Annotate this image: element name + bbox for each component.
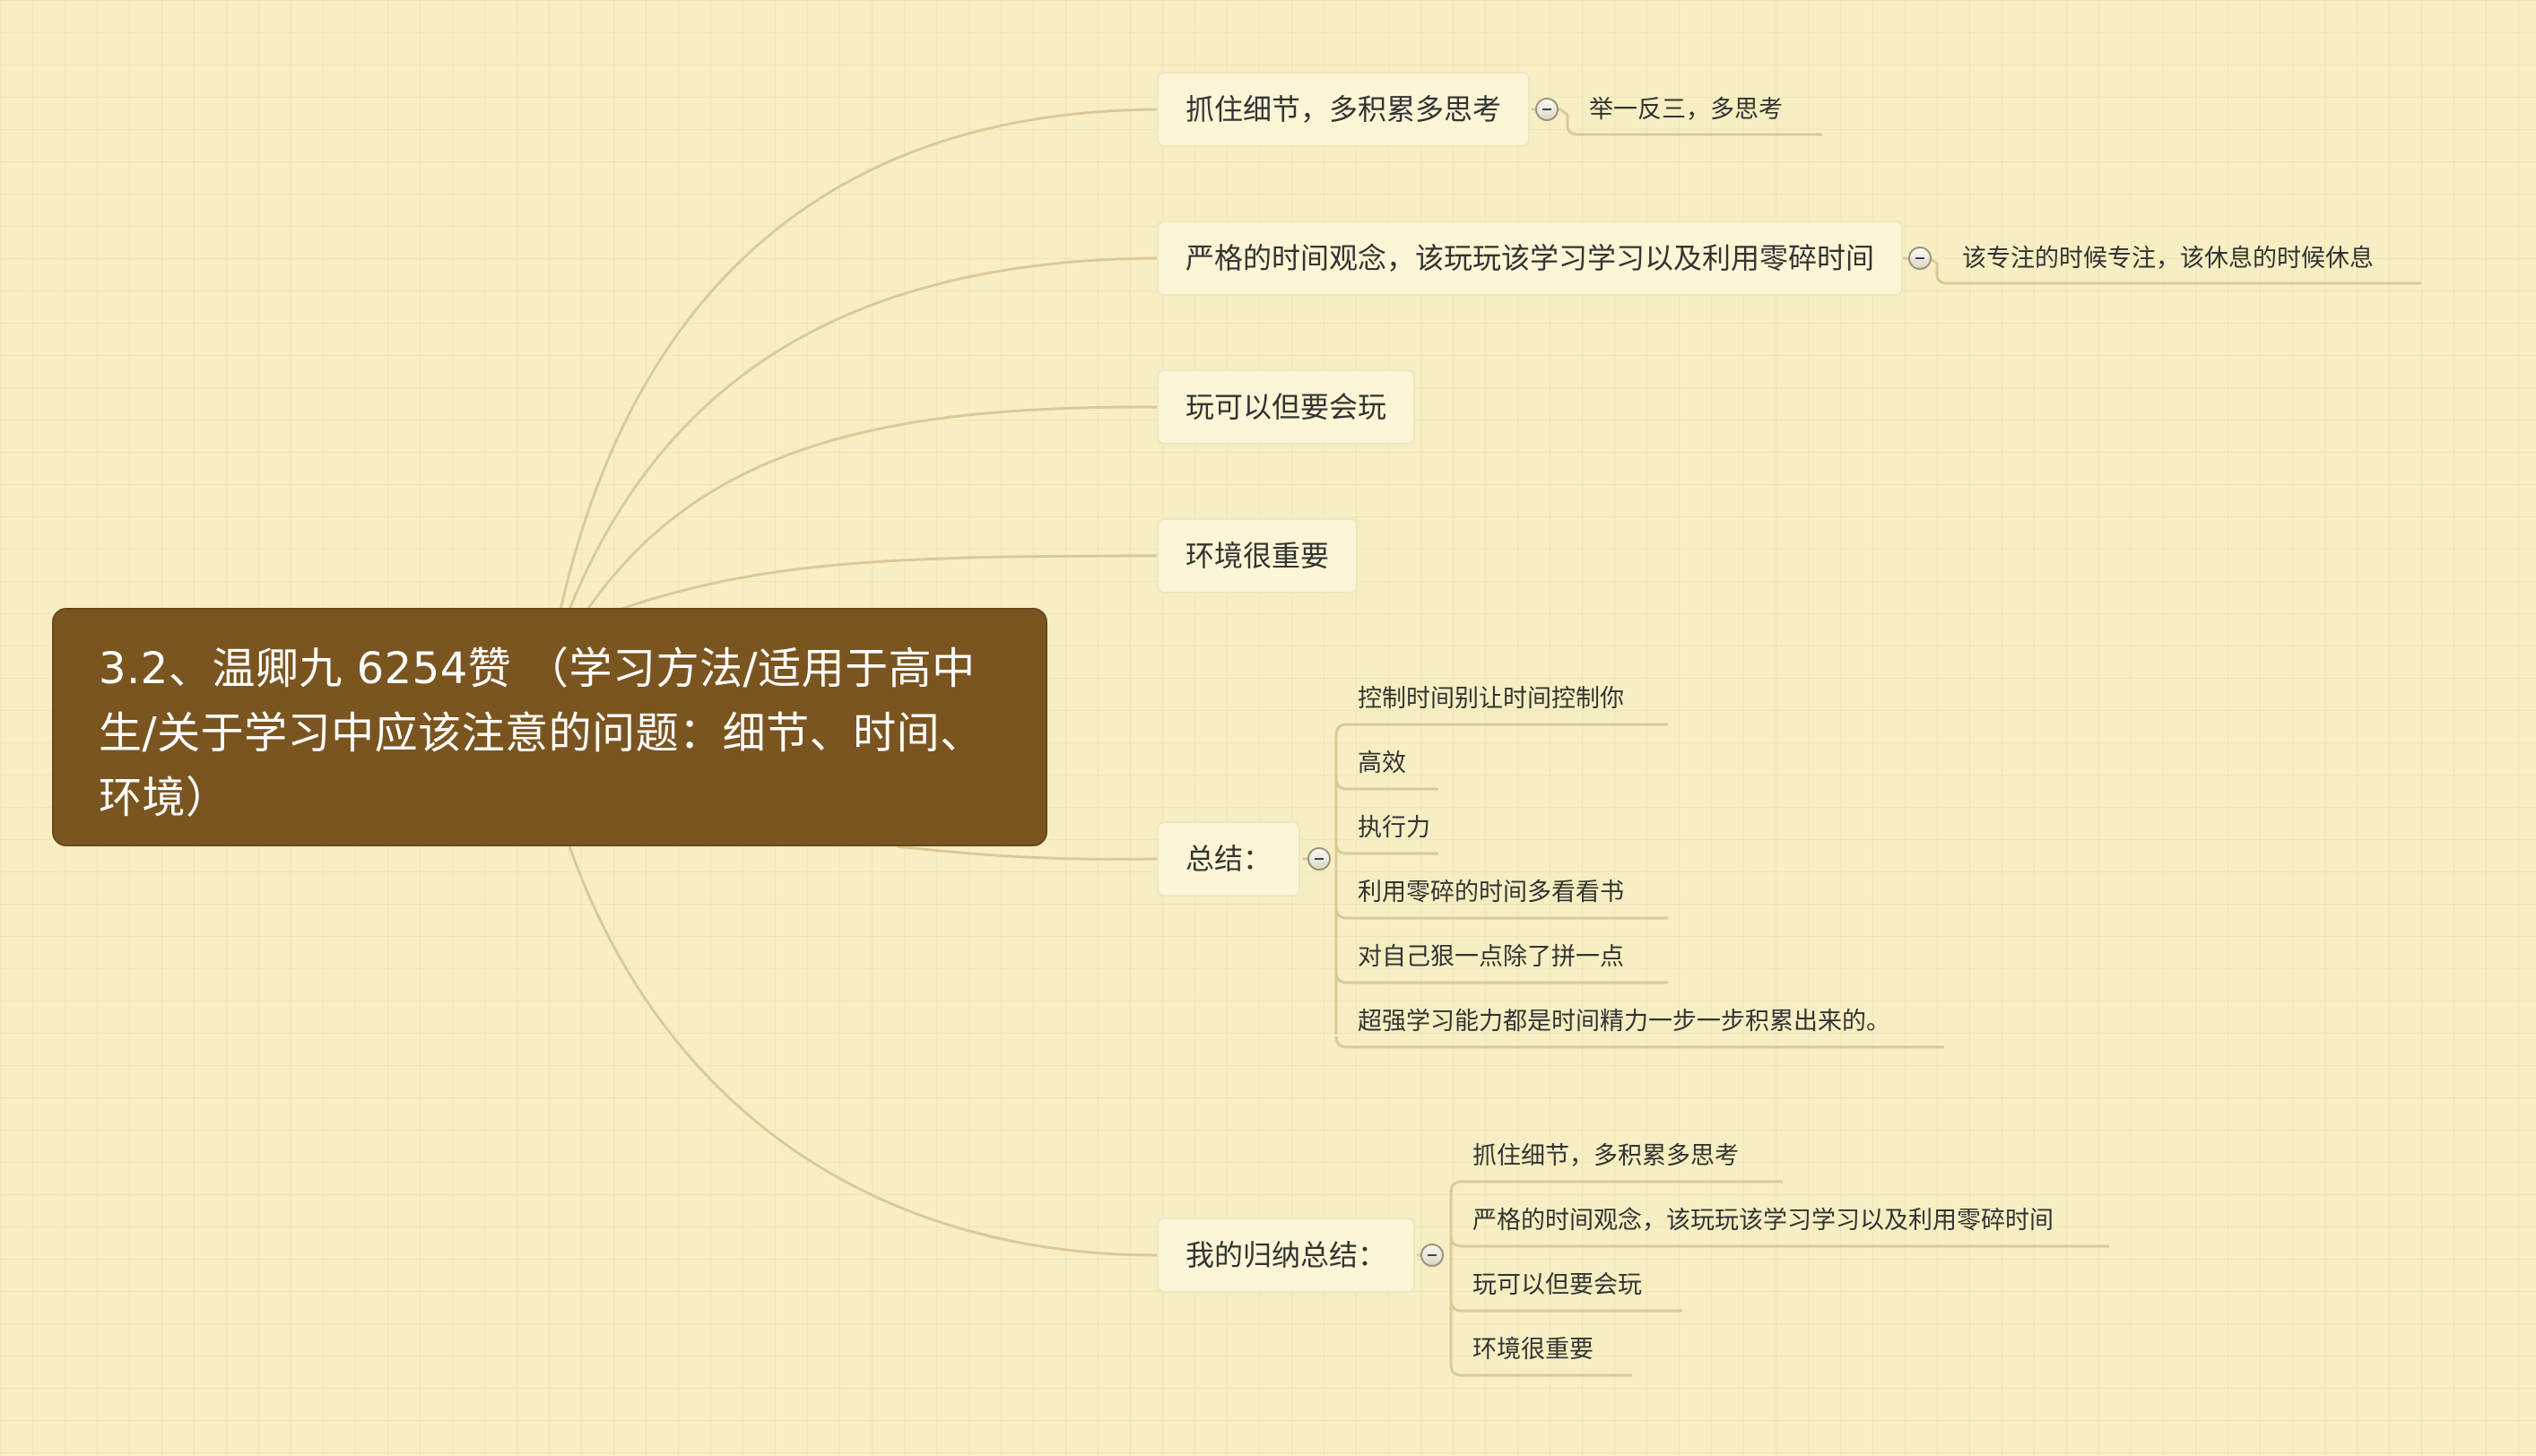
branch-label: 我的归纳总结：: [1185, 1238, 1387, 1272]
subtopic-item[interactable]: 超强学习能力都是时间精力一步一步积累出来的。: [1358, 997, 1890, 1047]
subtopic-item[interactable]: 控制时间别让时间控制你: [1358, 674, 1624, 724]
subtopic-item[interactable]: 利用零碎的时间多看看书: [1358, 868, 1624, 918]
branch-label: 环境很重要: [1185, 539, 1330, 573]
branch-topic-my-summary[interactable]: 我的归纳总结：: [1157, 1218, 1416, 1293]
subtopic-item[interactable]: 该专注的时候专注，该休息的时候休息: [1962, 234, 2374, 284]
collapse-icon[interactable]: [1908, 247, 1932, 270]
branch-topic-environment[interactable]: 环境很重要: [1157, 518, 1359, 594]
branch-label: 玩可以但要会玩: [1185, 390, 1387, 424]
connector-root-branch-3: [586, 405, 1158, 611]
branch-topic-play[interactable]: 玩可以但要会玩: [1157, 369, 1416, 445]
connector-root-branch-5: [896, 845, 1158, 861]
branch-topic-summary[interactable]: 总结：: [1157, 821, 1301, 897]
root-topic[interactable]: 3.2、温卿九 6254赞 （学习方法/适用于高中生/关于学习中应该注意的问题：…: [52, 608, 1047, 846]
branch-label: 抓住细节，多积累多思考: [1185, 92, 1502, 126]
collapse-icon[interactable]: [1420, 1244, 1444, 1267]
branch-topic-details[interactable]: 抓住细节，多积累多思考: [1157, 72, 1531, 147]
subtopic-item[interactable]: 抓住细节，多积累多思考: [1472, 1131, 1739, 1182]
subtopic-item[interactable]: 对自己狠一点除了拼一点: [1358, 932, 1624, 983]
branch-topic-time[interactable]: 严格的时间观念，该玩玩该学习学习以及利用零碎时间: [1157, 221, 1904, 296]
subtopic-item[interactable]: 环境很重要: [1472, 1325, 1594, 1375]
collapse-icon[interactable]: [1307, 847, 1331, 871]
connector-root-branch-6: [568, 845, 1158, 1257]
subtopic-item[interactable]: 执行力: [1358, 803, 1430, 854]
subtopic-item[interactable]: 玩可以但要会玩: [1472, 1261, 1642, 1311]
connector-root-branch-1: [559, 108, 1158, 611]
subtopic-item[interactable]: 严格的时间观念，该玩玩该学习学习以及利用零碎时间: [1472, 1196, 2054, 1246]
root-topic-label: 3.2、温卿九 6254赞 （学习方法/适用于高中生/关于学习中应该注意的问题：…: [99, 644, 984, 823]
subtopic-item[interactable]: 举一反三，多思考: [1589, 85, 1783, 135]
subtopic-item[interactable]: 高效: [1358, 739, 1406, 789]
branch-label: 总结：: [1185, 842, 1272, 876]
collapse-icon[interactable]: [1535, 98, 1559, 121]
branch-label: 严格的时间观念，该玩玩该学习学习以及利用零碎时间: [1185, 241, 1875, 275]
connector-root-branch-4: [618, 554, 1158, 611]
